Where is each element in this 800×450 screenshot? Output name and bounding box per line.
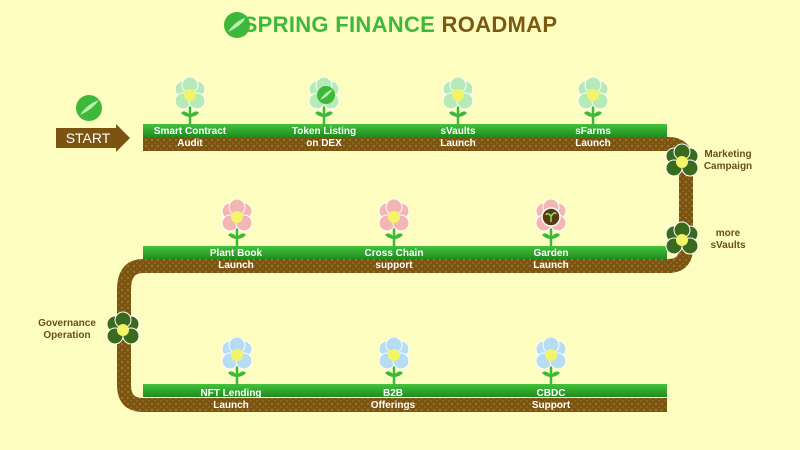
milestone-line2: Launch bbox=[533, 260, 569, 271]
milestone-line2: support bbox=[375, 260, 413, 271]
milestone-line1: Garden bbox=[533, 248, 569, 259]
title-part-2: ROADMAP bbox=[441, 12, 558, 37]
milestone-line2: Offerings bbox=[370, 400, 416, 411]
page-title: SPRING FINANCE ROADMAP bbox=[0, 12, 800, 38]
milestone-line1: sVaults bbox=[440, 126, 476, 137]
milestone-line2: Support bbox=[531, 400, 571, 411]
spring-logo-icon bbox=[317, 86, 335, 104]
milestone-line2: on DEX bbox=[306, 138, 342, 149]
side-line1: Governance bbox=[38, 318, 96, 329]
milestone-line2: Launch bbox=[440, 138, 476, 149]
side-step-more-svaults: more sVaults bbox=[678, 228, 778, 252]
milestone-line1: Cross Chain bbox=[364, 248, 424, 259]
flower-icon bbox=[221, 198, 253, 247]
spring-logo-icon bbox=[76, 95, 102, 121]
milestone-line1: Smart Contract bbox=[153, 126, 227, 137]
milestone-cross-chain: Cross Chain support bbox=[339, 248, 449, 272]
milestone-token-listing: Token Listing on DEX bbox=[269, 126, 379, 150]
milestone-sfarms-launch: sFarms Launch bbox=[538, 126, 648, 150]
milestone-cbdc: CBDC Support bbox=[496, 388, 606, 412]
flower-icon bbox=[308, 76, 340, 125]
side-step-marketing: Marketing Campaign bbox=[678, 149, 778, 173]
milestone-line1: CBDC bbox=[536, 388, 566, 399]
milestone-svaults-launch: sVaults Launch bbox=[403, 126, 513, 150]
flower-icon bbox=[535, 336, 567, 385]
flower-icon bbox=[378, 198, 410, 247]
milestone-nft-lending: NFT Lending Launch bbox=[176, 388, 286, 412]
milestone-line1: B2B bbox=[382, 388, 403, 399]
side-step-governance: Governance Operation bbox=[17, 318, 117, 342]
side-line2: Operation bbox=[43, 330, 91, 341]
milestone-line2: Launch bbox=[218, 260, 254, 271]
flower-icon bbox=[535, 198, 567, 247]
title-part-1: SPRING FINANCE bbox=[242, 12, 436, 37]
milestone-line2: Audit bbox=[177, 138, 203, 149]
flower-icon bbox=[221, 336, 253, 385]
flower-icon bbox=[442, 76, 474, 125]
sprout-badge-icon bbox=[541, 207, 561, 227]
roadmap-canvas bbox=[56, 12, 699, 412]
flower-icon bbox=[378, 336, 410, 385]
milestone-line2: Launch bbox=[575, 138, 611, 149]
side-line2: Campaign bbox=[703, 161, 753, 172]
flower-icon bbox=[577, 76, 609, 125]
side-line2: sVaults bbox=[710, 240, 746, 251]
milestone-smart-contract-audit: Smart Contract Audit bbox=[135, 126, 245, 150]
milestone-plant-book: Plant Book Launch bbox=[181, 248, 291, 272]
milestone-line1: Plant Book bbox=[209, 248, 263, 259]
milestone-line1: NFT Lending bbox=[200, 388, 262, 399]
milestone-garden: Garden Launch bbox=[496, 248, 606, 272]
milestone-b2b: B2B Offerings bbox=[338, 388, 448, 412]
flower-icon bbox=[174, 76, 206, 125]
side-line1: more bbox=[715, 228, 741, 239]
start-label[interactable]: START bbox=[58, 130, 118, 146]
milestone-line1: sFarms bbox=[575, 126, 611, 137]
milestone-line1: Token Listing bbox=[291, 126, 357, 137]
milestone-line2: Launch bbox=[213, 400, 249, 411]
side-line1: Marketing bbox=[704, 149, 752, 160]
